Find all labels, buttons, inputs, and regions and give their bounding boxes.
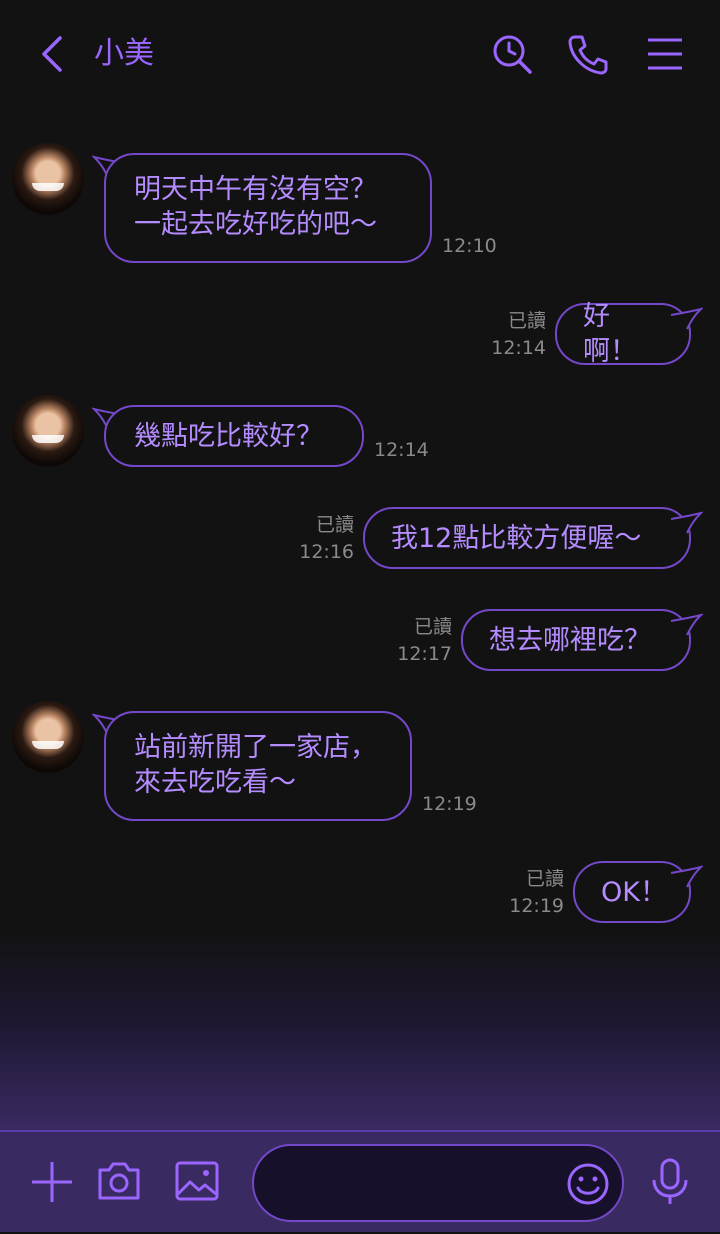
read-receipt: 已讀 (413, 616, 452, 638)
image-icon[interactable] (174, 1158, 220, 1204)
message-time: 12:10 (442, 235, 497, 257)
search-clock-icon[interactable] (490, 32, 534, 76)
read-receipt: 已讀 (525, 868, 564, 890)
message-time: 12:14 (374, 439, 429, 461)
message-bubble-sent[interactable]: 想去哪裡吃？ (461, 609, 691, 671)
contact-avatar[interactable] (12, 395, 84, 467)
bubble-tail (670, 865, 703, 888)
message-bubble-received[interactable]: 明天中午有沒有空？ 一起去吃好吃的吧～ (104, 153, 432, 263)
camera-icon[interactable] (96, 1158, 142, 1204)
contact-avatar[interactable] (12, 143, 84, 215)
chevron-left-icon[interactable] (34, 34, 74, 74)
message-bubble-received[interactable]: 幾點吃比較好？ (104, 405, 364, 467)
contact-avatar[interactable] (12, 701, 84, 773)
message-time: 12:16 (299, 541, 354, 563)
phone-icon[interactable] (566, 32, 610, 76)
message-input-box[interactable] (252, 1144, 624, 1222)
message-time: 12:14 (491, 337, 546, 359)
read-receipt: 已讀 (315, 514, 354, 536)
composer-bar (0, 1130, 720, 1234)
plus-icon[interactable] (30, 1160, 74, 1204)
chat-header: 小美 (0, 0, 720, 108)
microphone-icon[interactable] (648, 1158, 692, 1206)
bubble-tail (670, 613, 703, 636)
emoji-icon[interactable] (566, 1162, 610, 1206)
message-time: 12:19 (422, 793, 477, 815)
contact-name: 小美 (94, 36, 154, 71)
message-bubble-received[interactable]: 站前新開了一家店， 來去吃吃看～ (104, 711, 412, 821)
hamburger-menu-icon[interactable] (644, 34, 686, 76)
bubble-tail (670, 511, 703, 534)
message-input[interactable] (276, 1164, 560, 1206)
message-bubble-sent[interactable]: 我12點比較方便喔～ (363, 507, 691, 569)
bubble-tail (670, 307, 703, 330)
read-receipt: 已讀 (507, 310, 546, 332)
message-time: 12:19 (509, 895, 564, 917)
message-time: 12:17 (397, 643, 452, 665)
